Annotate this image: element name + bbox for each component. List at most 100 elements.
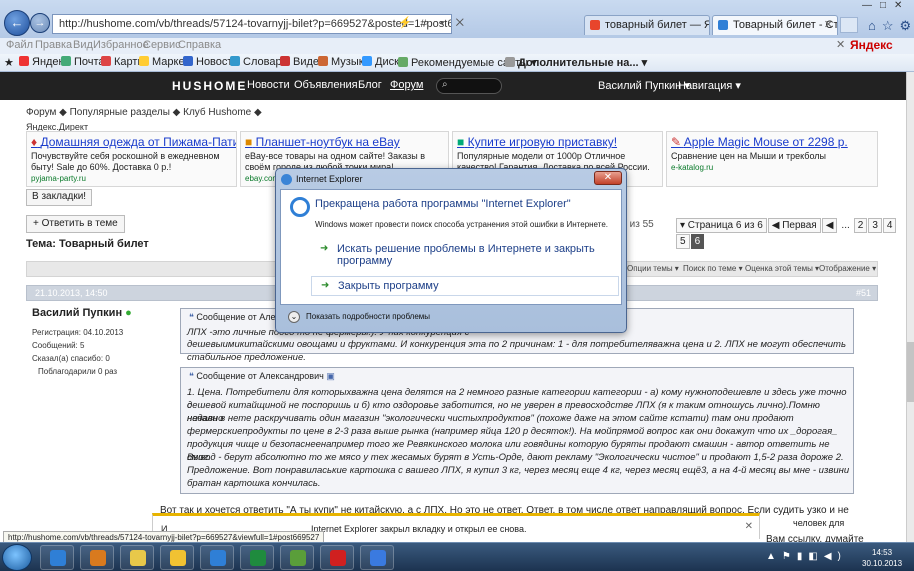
ad-title[interactable]: ✎ Apple Magic Mouse от 2298 р. <box>671 135 873 149</box>
fav-more[interactable]: Дополнительные на... ▾ <box>505 56 647 69</box>
tab-yandex[interactable]: товарный билет — Яндекс: н... <box>584 15 710 35</box>
maps-icon <box>101 56 111 66</box>
nav-news[interactable]: Новости <box>247 79 290 91</box>
thread-options[interactable]: Опции темы ▾ <box>627 264 679 273</box>
quote-icon: ❝ <box>189 371 194 381</box>
address-tools-icons[interactable]: ⚡ ⌕ ▾ ✕ <box>398 16 468 30</box>
taskbar-app-button[interactable] <box>40 545 74 570</box>
quote-line: Предложение. Вот понравиласькие картошка… <box>187 465 850 476</box>
quote-icon: ❝ <box>189 312 194 322</box>
chevron-down-icon[interactable]: ⌄ <box>288 311 300 323</box>
page-scrollbar[interactable] <box>906 72 914 542</box>
bookmark-button[interactable]: В закладки! <box>26 189 93 206</box>
recommended-icon <box>398 57 408 67</box>
yandex-icon <box>19 56 29 66</box>
user-menu[interactable]: Василий Пупкин ▾ <box>598 79 690 92</box>
author-thanks-received: Поблагодарили 0 раз <box>38 367 118 376</box>
yandex-search-brand[interactable]: Яндекс <box>850 38 893 52</box>
taskbar-app-button[interactable] <box>200 545 234 570</box>
taskbar: ▲⚑▮◧◀) 14:53 30.10.2013 <box>0 542 914 571</box>
ad-icon: ■ <box>457 135 465 149</box>
green-arrow-icon: ➜ <box>320 243 329 254</box>
site-search-input[interactable]: ⌕ <box>436 78 502 94</box>
ad-title[interactable]: ■ Планшет-ноутбук на eBay <box>245 135 444 149</box>
nav-forum[interactable]: Форум <box>390 79 423 91</box>
yandex-favicon-icon <box>590 20 600 30</box>
search-solution-option[interactable]: ➜ Искать решение проблемы в Интернете и з… <box>311 240 619 270</box>
news-icon <box>183 56 193 66</box>
view-post-icon[interactable]: ▣ <box>326 371 335 381</box>
post-body-fragment: Вам ссылку, думайте <box>766 534 864 542</box>
taskbar-app-button[interactable] <box>80 545 114 570</box>
author-messages: Сообщений: 5 <box>32 341 85 350</box>
menu-file[interactable]: Файл <box>6 39 33 51</box>
address-bar[interactable]: http://hushome.com/vb/threads/57124-tova… <box>52 14 452 34</box>
quote-line: Вывод - берут абсолютно то же мясо у тех… <box>187 452 844 463</box>
quote-block: ❝ Сообщение от Александрович ▣ 1. Цена. … <box>180 367 854 494</box>
dialog-title: Internet Explorer <box>296 174 363 184</box>
taskbar-app-button[interactable] <box>360 545 394 570</box>
post-date: 21.10.2013, 14:50 <box>35 288 108 298</box>
tab-close-icon[interactable]: ✕ <box>824 16 833 34</box>
fav-disk[interactable]: Диск <box>362 56 399 68</box>
close-icon[interactable]: ✕ <box>745 521 753 532</box>
tab-active[interactable]: Товарный билет - Страни... ✕ <box>712 15 838 35</box>
taskbar-app-button[interactable] <box>240 545 274 570</box>
site-logo[interactable]: HUSHOME <box>172 79 247 93</box>
forward-button[interactable]: → <box>30 13 50 33</box>
taskbar-app-button[interactable] <box>160 545 194 570</box>
post-author[interactable]: Василий Пупкин ● <box>32 307 132 319</box>
menu-tools[interactable]: Сервис <box>143 39 181 51</box>
page-select[interactable]: ▾ Страница 6 из 6 <box>676 218 767 233</box>
music-icon <box>318 56 328 66</box>
ad-title[interactable]: ■ Купите игровую приставку! <box>457 135 658 149</box>
menu-help[interactable]: Справка <box>178 39 221 51</box>
page-link[interactable]: 3 <box>868 218 882 233</box>
fav-market[interactable]: Маркет <box>139 56 189 68</box>
page-link[interactable]: 2 <box>853 218 868 233</box>
thread-title: Тема: Товарный билет <box>26 238 149 250</box>
reply-button[interactable]: + Ответить в теме <box>26 215 125 233</box>
app-icon <box>290 550 306 566</box>
scrollbar-thumb[interactable] <box>907 342 914 402</box>
show-details-link[interactable]: Показать подробности проблемы <box>306 312 430 321</box>
close-program-option[interactable]: ➜ Закрыть программу <box>311 276 619 296</box>
ad-block[interactable]: ♦ Домашняя одежда от Пижама-Пати! Почувс… <box>26 131 237 187</box>
ad-url[interactable]: e-katalog.ru <box>671 163 873 172</box>
clock[interactable]: 14:53 30.10.2013 <box>862 547 902 569</box>
page-link[interactable]: 5 <box>676 234 690 249</box>
taskbar-app-button[interactable] <box>320 545 354 570</box>
fav-mail[interactable]: Почта <box>61 56 105 68</box>
new-tab-button[interactable] <box>840 17 858 33</box>
tab-label: Товарный билет - Страни... <box>733 19 838 31</box>
ad-title[interactable]: ♦ Домашняя одежда от Пижама-Пати! <box>31 135 236 149</box>
system-tray-icons[interactable]: ▲⚑▮◧◀) <box>766 551 847 562</box>
navigation-menu[interactable]: Навигация ▾ <box>678 79 741 92</box>
menu-view[interactable]: Вид <box>73 39 93 51</box>
page-prev[interactable]: ◀ <box>821 218 838 233</box>
nav-ads[interactable]: Объявления <box>294 79 358 91</box>
ad-url[interactable]: pyjama-party.ru <box>31 174 232 183</box>
dialog-close-button[interactable]: ✕ <box>594 171 622 185</box>
thread-display[interactable]: Отображение ▾ <box>819 264 876 273</box>
close-icon[interactable]: ✕ <box>836 38 845 51</box>
nav-blog[interactable]: Блог <box>358 79 382 91</box>
taskbar-app-button[interactable] <box>120 545 154 570</box>
taskbar-app-button[interactable] <box>280 545 314 570</box>
page-link[interactable]: 4 <box>882 218 897 233</box>
thread-rating[interactable]: Оценка этой темы ▾ <box>745 264 819 273</box>
post-number[interactable]: #51 <box>856 288 871 298</box>
thread-search[interactable]: Поиск по теме ▾ <box>683 264 743 273</box>
start-button[interactable] <box>2 544 32 571</box>
page-first[interactable]: ◀ Первая <box>767 218 821 233</box>
window-controls[interactable]: —□✕ <box>862 0 910 11</box>
breadcrumb[interactable]: Форум ◆ Популярные разделы ◆ Клуб Hushom… <box>26 107 262 118</box>
menu-favorites[interactable]: Избранное <box>93 39 149 51</box>
home-star-gear-icons[interactable]: ⌂☆⚙ <box>868 18 914 34</box>
ad-icon: ♦ <box>31 135 38 149</box>
menu-edit[interactable]: Правка <box>35 39 72 51</box>
mail-icon <box>61 56 71 66</box>
back-button[interactable]: ← <box>4 10 30 36</box>
ad-block[interactable]: ✎ Apple Magic Mouse от 2298 р. Сравнение… <box>666 131 878 187</box>
favorites-star-icon[interactable]: ★ <box>4 56 14 69</box>
